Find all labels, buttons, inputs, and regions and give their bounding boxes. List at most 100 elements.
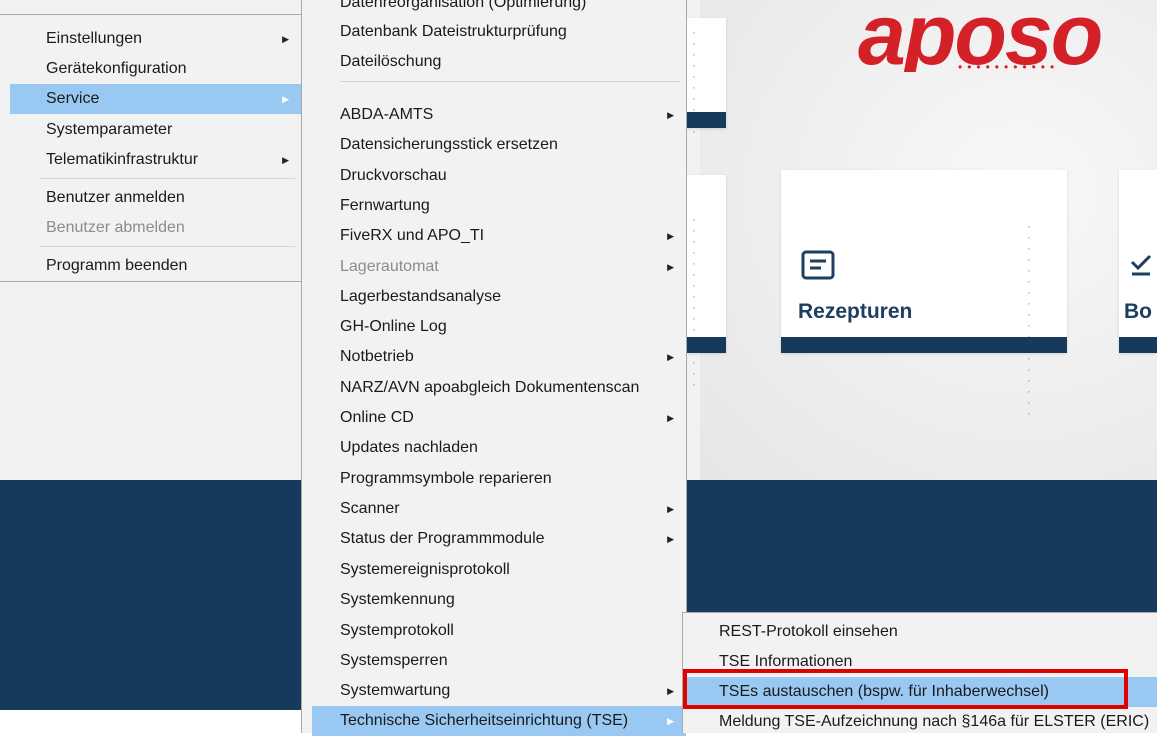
logo-dots: •••••••••••: [958, 60, 1060, 72]
menu-item-online-cd[interactable]: Online CD ▶: [312, 403, 686, 433]
submenu-arrow-icon: ▶: [667, 262, 674, 272]
tile-right-partial[interactable]: Bo: [1119, 170, 1157, 353]
menu-item-label: Fernwartung: [340, 197, 430, 214]
menu-item-systemsperren[interactable]: Systemsperren: [312, 646, 686, 676]
aposoft-logo: aposo •••••••••••: [858, 8, 1157, 72]
menu-separator: [40, 178, 295, 179]
menu-item-einstellungen[interactable]: Einstellungen ▶: [10, 24, 301, 54]
tile-bar: [686, 112, 726, 128]
menu-item-fernwartung[interactable]: Fernwartung: [312, 191, 686, 221]
tile-middle-partial[interactable]: · ·· ·· ·· ·· ·· ·· ·· ·: [686, 175, 726, 391]
menu-item-label: Datenreorganisation (Optimierung): [340, 0, 587, 11]
main-menu: Einstellungen ▶ Gerätekonfiguration Serv…: [0, 14, 302, 282]
checklist-icon: [1129, 252, 1153, 283]
menu-item-systemkennung[interactable]: Systemkennung: [312, 585, 686, 615]
menu-item-label: Benutzer abmelden: [46, 219, 185, 236]
menu-item-label: Scanner: [340, 500, 400, 517]
menu-item-updates-nachladen[interactable]: Updates nachladen: [312, 433, 686, 463]
menu-item-benutzer-anmelden[interactable]: Benutzer anmelden: [10, 183, 301, 213]
submenu-arrow-icon: ▶: [282, 155, 289, 165]
tile-top-partial[interactable]: · ·· ·· ·· ·· ·: [686, 18, 726, 138]
menu-item-label: Systemkennung: [340, 591, 455, 608]
submenu-arrow-icon: ▶: [667, 504, 674, 514]
menu-item-programmsymbole-reparieren[interactable]: Programmsymbole reparieren: [312, 464, 686, 494]
menu-item-label: Benutzer anmelden: [46, 189, 185, 206]
menu-item-label: Druckvorschau: [340, 167, 447, 184]
menu-item-systemparameter[interactable]: Systemparameter: [10, 115, 301, 145]
menu-item-label: Dateilöschung: [340, 53, 442, 70]
menu-item-datenbank-dateistrukturpruefung[interactable]: Datenbank Dateistrukturprüfung: [312, 17, 686, 47]
menu-item-scanner[interactable]: Scanner ▶: [312, 494, 686, 524]
submenu-arrow-icon: ▶: [667, 352, 674, 362]
menu-item-label: Systemsperren: [340, 652, 448, 669]
menu-item-label: NARZ/AVN apoabgleich Dokumentenscan: [340, 379, 640, 396]
submenu-arrow-icon: ▶: [667, 716, 674, 726]
menu-item-programm-beenden[interactable]: Programm beenden: [10, 251, 301, 281]
tile-dots: · ·· ·· ·· ·· ·· ·· ·· ·· ·: [1027, 221, 1035, 420]
menu-item-tse[interactable]: Technische Sicherheitseinrichtung (TSE) …: [312, 706, 686, 736]
menu-item-narz-avn[interactable]: NARZ/AVN apoabgleich Dokumentenscan: [312, 373, 686, 403]
menu-item-label: Telematikinfrastruktur: [46, 151, 199, 168]
tile-bar: [1119, 337, 1157, 353]
submenu-arrow-icon: ▶: [667, 534, 674, 544]
menu-item-datenreorganisation[interactable]: Datenreorganisation (Optimierung): [312, 0, 686, 18]
menu-item-label: GH-Online Log: [340, 318, 447, 335]
menu-item-lagerbestandsanalyse[interactable]: Lagerbestandsanalyse: [312, 282, 686, 312]
service-submenu: Datenreorganisation (Optimierung) Datenb…: [301, 0, 687, 736]
menu-item-lagerautomat: Lagerautomat ▶: [312, 252, 686, 282]
menu-item-label: Status der Programmmodule: [340, 530, 545, 547]
menu-item-systemereignisprotokoll[interactable]: Systemereignisprotokoll: [312, 555, 686, 585]
menu-item-label: Notbetrieb: [340, 348, 414, 365]
menu-item-label: Systemwartung: [340, 682, 451, 699]
menu-item-datensicherungsstick-ersetzen[interactable]: Datensicherungsstick ersetzen: [312, 130, 686, 160]
menu-item-label: FiveRX und APO_TI: [340, 227, 485, 244]
partial-tile-label: Bo: [1124, 300, 1152, 323]
menu-item-label: Programmsymbole reparieren: [340, 470, 552, 487]
menu-item-label: Lagerbestandsanalyse: [340, 288, 502, 305]
menu-item-gh-online-log[interactable]: GH-Online Log: [312, 312, 686, 342]
submenu-arrow-icon: ▶: [667, 231, 674, 241]
menu-item-label: Systemereignisprotokoll: [340, 561, 510, 578]
tile-bar: [781, 337, 1067, 353]
menu-item-status-programmmodule[interactable]: Status der Programmmodule ▶: [312, 524, 686, 554]
menu-item-systemprotokoll[interactable]: Systemprotokoll: [312, 616, 686, 646]
submenu-arrow-icon: ▶: [282, 94, 289, 104]
menu-item-label: Datensicherungsstick ersetzen: [340, 136, 558, 153]
menu-item-label: Systemparameter: [46, 121, 173, 138]
submenu-arrow-icon: ▶: [667, 413, 674, 423]
submenu-arrow-icon: ▶: [667, 110, 674, 120]
tile-dots: · ·· ·· ·· ·· ·· ·· ·· ·: [692, 214, 700, 391]
menu-item-label: Lagerautomat: [340, 258, 439, 275]
menu-separator: [340, 81, 680, 82]
menu-item-benutzer-abmelden: Benutzer abmelden: [10, 213, 301, 243]
rezepturen-label: Rezepturen: [798, 300, 913, 323]
menu-item-label: REST-Protokoll einsehen: [719, 623, 898, 640]
menu-item-fiverx-apo-ti[interactable]: FiveRX und APO_TI ▶: [312, 221, 686, 251]
menu-item-notbetrieb[interactable]: Notbetrieb ▶: [312, 342, 686, 372]
menu-item-label: Service: [46, 90, 100, 107]
menu-item-label: Programm beenden: [46, 257, 188, 274]
document-icon: [801, 250, 835, 285]
menu-item-label: ABDA-AMTS: [340, 106, 434, 123]
menu-item-geraetekonfiguration[interactable]: Gerätekonfiguration: [10, 54, 301, 84]
menu-item-label: Online CD: [340, 409, 414, 426]
menu-separator: [40, 246, 295, 247]
menu-item-label: Updates nachladen: [340, 439, 478, 456]
menu-item-label: Systemprotokoll: [340, 622, 454, 639]
submenu-arrow-icon: ▶: [282, 34, 289, 44]
menu-item-abda-amts[interactable]: ABDA-AMTS ▶: [312, 100, 686, 130]
submenu-arrow-icon: ▶: [667, 686, 674, 696]
tile-bar: [686, 337, 726, 353]
menu-item-label: Einstellungen: [46, 30, 143, 47]
rezepturen-tile[interactable]: Rezepturen · ·· ·· ·· ·· ·· ·· ·· ·· ·: [781, 170, 1067, 420]
annotation-highlight-box: [683, 669, 1128, 709]
menu-item-label: Gerätekonfiguration: [46, 60, 187, 77]
menu-item-telematikinfrastruktur[interactable]: Telematikinfrastruktur ▶: [10, 145, 301, 175]
menu-item-systemwartung[interactable]: Systemwartung ▶: [312, 676, 686, 706]
menu-item-label: Technische Sicherheitseinrichtung (TSE): [340, 712, 629, 729]
menu-item-rest-protokoll[interactable]: REST-Protokoll einsehen: [683, 617, 1157, 647]
menu-item-druckvorschau[interactable]: Druckvorschau: [312, 161, 686, 191]
menu-item-label: Datenbank Dateistrukturprüfung: [340, 23, 567, 40]
menu-item-service[interactable]: Service ▶: [10, 84, 301, 114]
menu-item-dateiloeschung[interactable]: Dateilöschung: [312, 47, 686, 77]
